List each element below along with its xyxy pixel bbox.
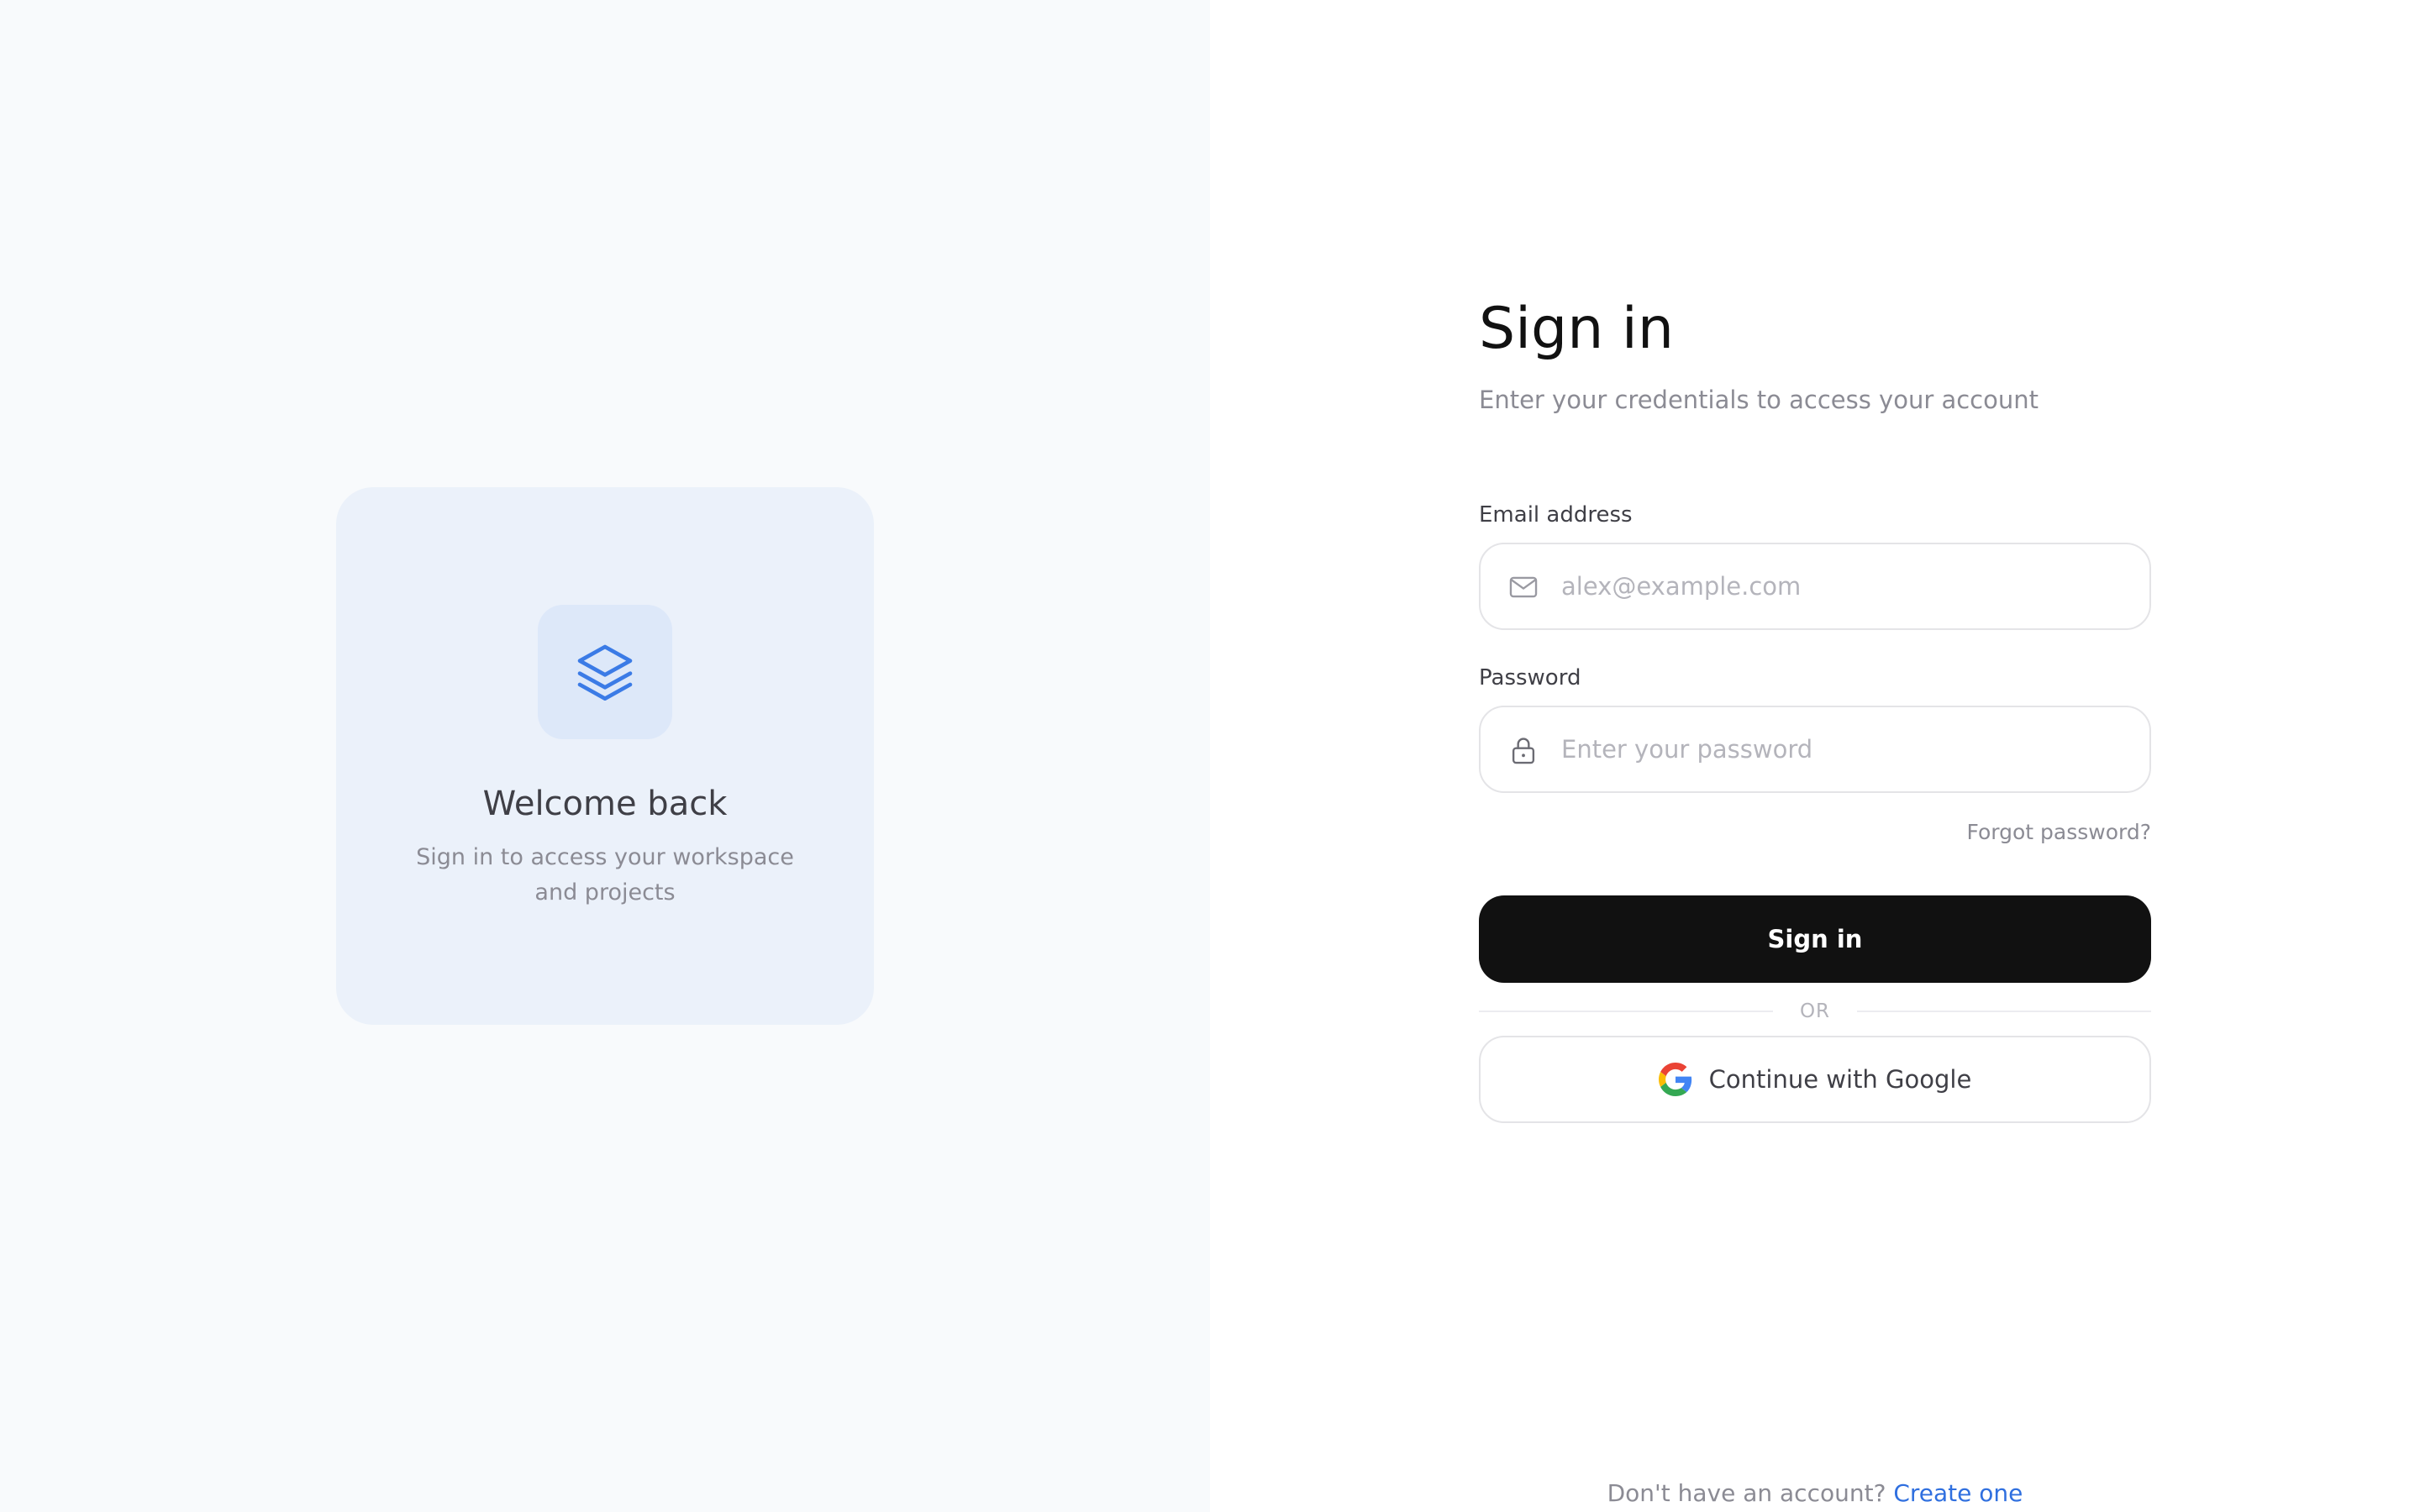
google-signin-button[interactable]: Continue with Google [1479,1036,2151,1123]
email-input[interactable] [1561,544,2133,628]
divider-line-right [1857,1011,2151,1012]
email-field-wrapper[interactable] [1479,543,2151,630]
signin-button[interactable]: Sign in [1479,895,2151,983]
page-title: Sign in [1479,296,1674,362]
email-label: Email address [1479,502,1633,528]
divider-line-left [1479,1011,1773,1012]
logo-tile [538,605,672,739]
divider-text: OR [1799,1000,1831,1022]
google-icon [1658,1063,1691,1096]
lock-icon [1512,738,1535,764]
signup-line: Don't have an account? Create one [1479,1477,2151,1510]
welcome-card: Welcome back Sign in to access your work… [336,487,874,1025]
password-label: Password [1479,665,1581,690]
google-button-content: Continue with Google [1481,1037,2149,1121]
create-account-link[interactable]: Create one [1893,1479,2023,1507]
layers-icon [577,644,633,701]
welcome-title: Welcome back [482,785,728,823]
welcome-subtitle: Sign in to access your workspace and pro… [416,844,794,906]
password-input[interactable] [1561,707,2133,791]
google-button-label: Continue with Google [1708,1065,1972,1094]
password-field-wrapper[interactable] [1479,706,2151,793]
forgot-password-link[interactable]: Forgot password? [1967,818,2152,847]
or-divider: OR [1479,996,2151,1026]
left-panel: Welcome back Sign in to access your work… [0,0,1210,1512]
mail-icon [1509,576,1538,598]
signup-prompt: Don't have an account? [1607,1479,1886,1507]
signin-page: Welcome back Sign in to access your work… [0,0,2420,1512]
page-subtitle: Enter your credentials to access your ac… [1479,386,2039,414]
